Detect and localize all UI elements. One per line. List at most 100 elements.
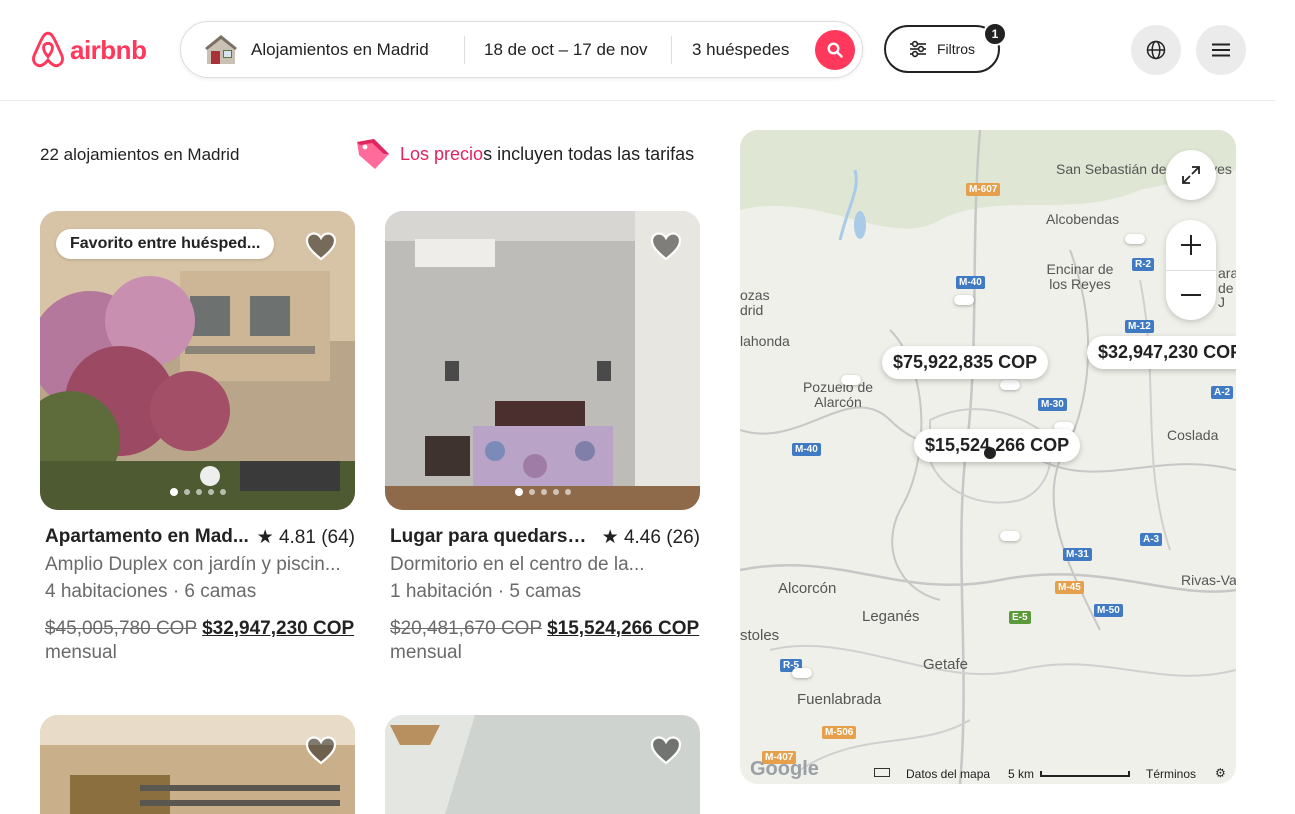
price-notice-text: s incluyen todas las tarifas bbox=[483, 143, 695, 164]
price-notice: Los precios incluyen todas las tarifas bbox=[354, 136, 694, 172]
map-price-pin[interactable]: $15,524,266 COP bbox=[914, 429, 1081, 462]
listing-title-row: Lugar para quedarse ... ★ 4.46 (26) bbox=[390, 526, 700, 549]
zoom-controls bbox=[1166, 220, 1216, 320]
map-price-pin[interactable]: $75,922,835 COP bbox=[882, 346, 1049, 379]
listing-details: 4 habitaciones · 6 camas bbox=[45, 581, 257, 602]
search-button[interactable] bbox=[815, 30, 855, 70]
map-terms-link[interactable]: Términos bbox=[1146, 767, 1196, 781]
heart-icon[interactable] bbox=[650, 735, 682, 765]
listing-card[interactable]: Lugar para quedarse ... ★ 4.46 (26) Dorm… bbox=[385, 211, 700, 663]
carousel-dots[interactable] bbox=[40, 488, 355, 496]
rating-value: 4.46 (26) bbox=[623, 527, 700, 548]
listing-price: $45,005,780 COP $32,947,230 COP bbox=[45, 618, 354, 640]
road-badge: M-40 bbox=[792, 443, 821, 456]
results-count: 22 alojamientos en Madrid bbox=[40, 145, 240, 164]
zoom-out-button[interactable] bbox=[1166, 271, 1216, 321]
map-place-label: Pozuelo de Alarcón bbox=[802, 379, 874, 410]
map-place-label: ozas drid bbox=[740, 287, 770, 318]
map-place-label: Encinar de los Reyes bbox=[1046, 261, 1114, 292]
search-bar[interactable]: Alojamientos en Madrid 18 de oct – 17 de… bbox=[180, 21, 863, 78]
road-badge: M-12 bbox=[1125, 320, 1154, 333]
airbnb-logo-icon bbox=[32, 31, 64, 68]
expand-map-button[interactable] bbox=[1166, 150, 1216, 200]
plus-icon bbox=[1181, 234, 1201, 255]
house-icon bbox=[205, 35, 237, 64]
listing-card[interactable] bbox=[385, 715, 700, 814]
road-badge: M-45 bbox=[1055, 581, 1084, 594]
airbnb-logo[interactable]: airbnb bbox=[30, 31, 147, 69]
road-badge: M-506 bbox=[822, 726, 857, 739]
map[interactable]: San Sebastián de los Reyes Alcobendas En… bbox=[740, 130, 1236, 784]
listing-title-row: Apartamento en Mad... ★ 4.81 (64) bbox=[45, 526, 355, 549]
road-badge: M-50 bbox=[1094, 604, 1123, 617]
road-badge: A-3 bbox=[1140, 533, 1163, 546]
map-place-label: Alcobendas bbox=[1046, 211, 1120, 227]
old-price: $20,481,670 COP bbox=[390, 618, 542, 639]
map-data-link[interactable]: Datos del mapa bbox=[906, 767, 990, 781]
map-scale-label: 5 km bbox=[1008, 767, 1035, 781]
new-price[interactable]: $32,947,230 COP bbox=[202, 618, 354, 639]
heart-icon[interactable] bbox=[305, 735, 337, 765]
listing-description: Amplio Duplex con jardín y piscin... bbox=[45, 554, 341, 575]
price-period: mensual bbox=[45, 642, 117, 663]
guests-field[interactable]: 3 huéspedes bbox=[692, 22, 789, 77]
language-button[interactable] bbox=[1131, 25, 1181, 75]
price-notice-accent: Los precio bbox=[400, 143, 484, 164]
menu-button[interactable] bbox=[1196, 25, 1246, 75]
hamburger-icon bbox=[1212, 43, 1230, 57]
old-price: $45,005,780 COP bbox=[45, 618, 197, 639]
keyboard-icon[interactable] bbox=[874, 768, 890, 777]
road-badge: A-2 bbox=[1211, 386, 1234, 399]
expand-icon bbox=[1182, 166, 1200, 184]
minus-icon bbox=[1181, 294, 1201, 297]
map-price-pin[interactable]: $32,947,230 COP bbox=[1087, 336, 1236, 369]
search-icon bbox=[827, 42, 843, 58]
map-place-label: Coslada bbox=[1167, 427, 1219, 443]
search-divider bbox=[671, 36, 672, 64]
map-place-label: Fuenlabrada bbox=[797, 691, 882, 708]
filters-count-badge: 1 bbox=[983, 22, 1007, 46]
road-badge: E-5 bbox=[1009, 611, 1031, 624]
map-scale-bar bbox=[1040, 771, 1130, 777]
map-footer: Google Datos del mapa 5 km Términos ⚙ bbox=[740, 758, 1236, 784]
listing-price: $20,481,670 COP $15,524,266 COP bbox=[390, 618, 699, 640]
rating-value: 4.81 (64) bbox=[278, 527, 355, 548]
listing-title: Apartamento en Mad... bbox=[45, 526, 249, 547]
carousel-dots[interactable] bbox=[385, 488, 700, 496]
new-price[interactable]: $15,524,266 COP bbox=[547, 618, 699, 639]
heart-icon[interactable] bbox=[305, 231, 337, 261]
road-badge: M-31 bbox=[1063, 548, 1092, 561]
listing-card[interactable] bbox=[40, 715, 355, 814]
price-tag-icon bbox=[357, 139, 389, 169]
heart-icon[interactable] bbox=[650, 231, 682, 261]
google-logo: Google bbox=[750, 758, 819, 780]
map-place-label: Getafe bbox=[923, 656, 969, 673]
dates-field[interactable]: 18 de oct – 17 de nov bbox=[484, 22, 648, 77]
listing-rating: ★ 4.81 (64) bbox=[256, 527, 355, 548]
map-mini-pin[interactable] bbox=[1000, 380, 1020, 390]
map-mini-pin[interactable] bbox=[841, 375, 861, 385]
header: airbnb Alojamientos en Madrid 18 de oct … bbox=[0, 0, 1276, 101]
road-badge: M-40 bbox=[956, 276, 985, 289]
map-place-label: Alcorcón bbox=[778, 580, 837, 597]
map-mini-pin[interactable] bbox=[954, 295, 974, 305]
filters-label: Filtros bbox=[936, 41, 976, 57]
map-mini-pin[interactable] bbox=[1125, 234, 1145, 244]
zoom-in-button[interactable] bbox=[1166, 220, 1216, 271]
road-badge: R-2 bbox=[1132, 258, 1155, 271]
listing-details: 1 habitación · 5 camas bbox=[390, 581, 582, 602]
brand-name: airbnb bbox=[70, 34, 147, 65]
guest-favorite-badge: Favorito entre huésped... bbox=[56, 229, 275, 259]
map-place-label: Leganés bbox=[862, 608, 920, 625]
road-badge: M-30 bbox=[1038, 398, 1067, 411]
sliders-icon bbox=[909, 40, 926, 58]
location-field[interactable]: Alojamientos en Madrid bbox=[251, 22, 429, 77]
map-mini-pin[interactable] bbox=[1000, 531, 1020, 541]
listing-card[interactable]: Favorito entre huésped... Apartamento en… bbox=[40, 211, 355, 663]
map-mini-pin[interactable] bbox=[792, 668, 812, 678]
listing-description: Dormitorio en el centro de la... bbox=[390, 554, 645, 575]
report-icon[interactable]: ⚙ bbox=[1215, 766, 1226, 780]
location-dot bbox=[984, 447, 996, 459]
listing-rating: ★ 4.46 (26) bbox=[601, 527, 700, 548]
globe-icon bbox=[1146, 40, 1166, 60]
